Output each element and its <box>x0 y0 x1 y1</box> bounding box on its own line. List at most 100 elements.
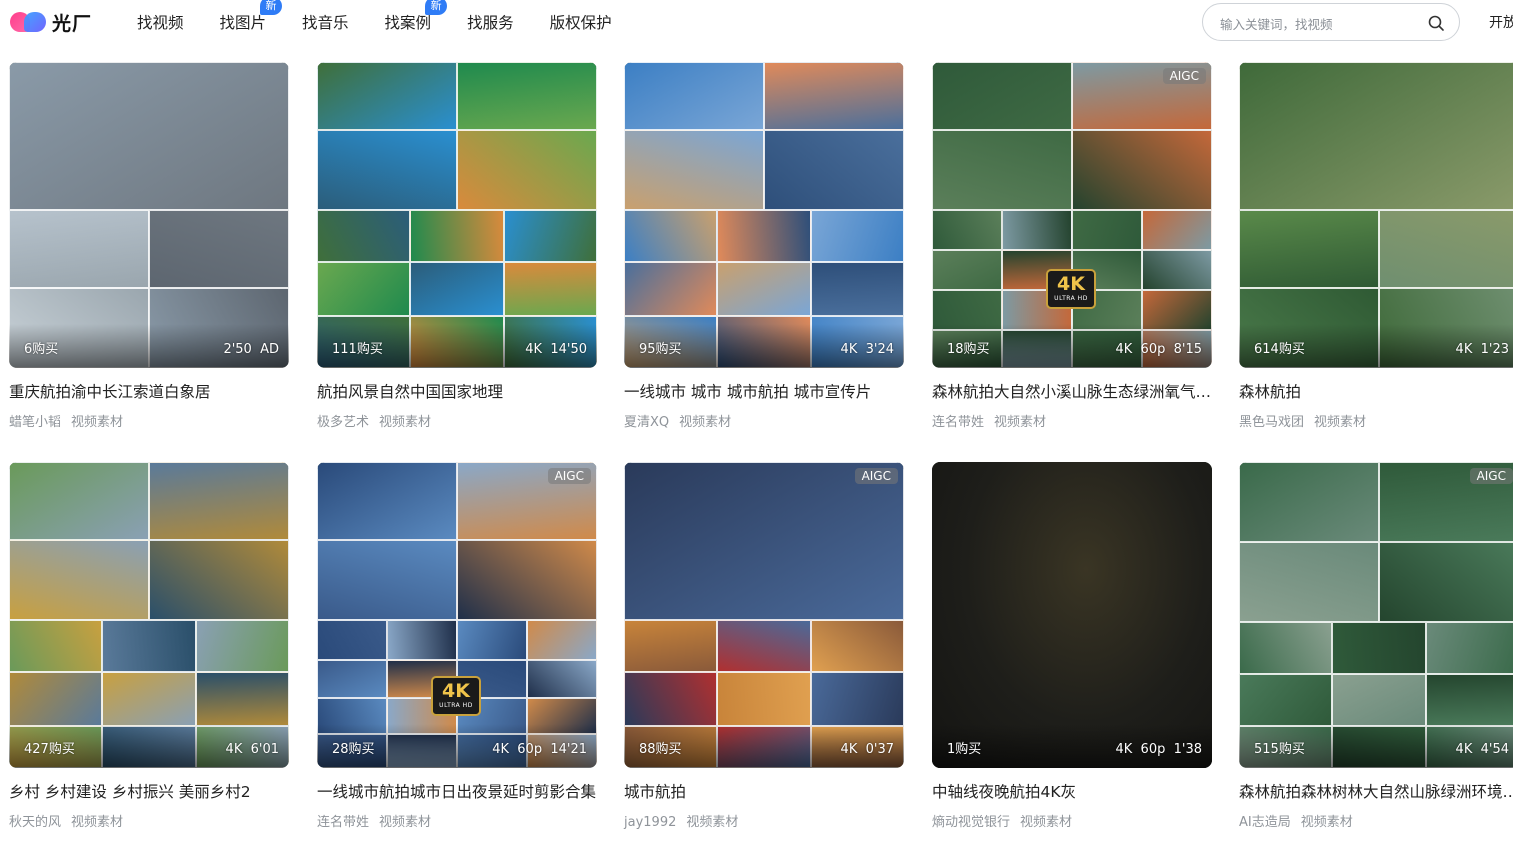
video-subtitle: 连名带姓 视频素材 <box>932 411 1212 430</box>
thumbnail-tile <box>624 462 904 620</box>
nav-item-1[interactable]: 找图片新 <box>220 0 283 33</box>
video-title[interactable]: 中轴线夜晚航拍4K灰 <box>932 780 1212 802</box>
category-label: 视频素材 <box>679 415 732 430</box>
purchase-count: 1购买 <box>947 742 982 757</box>
thumbnail-tile <box>811 262 904 316</box>
thumbnail-tile <box>9 620 102 672</box>
video-title[interactable]: 城市航拍 <box>624 780 904 802</box>
thumbnail-tile <box>9 462 149 540</box>
video-card[interactable]: 95购买 4K 3'24 一线城市 城市 城市航拍 城市宣传片夏清XQ 视频素材 <box>624 62 904 430</box>
thumbnail-tile <box>149 462 289 540</box>
thumbnail-tile <box>624 130 764 210</box>
new-badge: 新 <box>425 0 448 15</box>
video-card[interactable]: 427购买 4K 6'01 乡村 乡村建设 乡村振兴 美丽乡村2 秋天的风 视频素材 <box>9 462 289 830</box>
aigc-badge: AIGC <box>1162 68 1206 84</box>
nav-item-4[interactable]: 找服务 <box>467 11 514 33</box>
author-name[interactable]: 蜡笔小韬 <box>9 415 61 430</box>
video-thumbnail[interactable]: 111购买 4K 14'50 <box>317 62 597 368</box>
purchase-count: 515购买 <box>1254 742 1305 757</box>
thumbnail-tile <box>811 672 904 726</box>
video-card[interactable]: AIGC 88购买 4K 0'37 城市航拍 jay1992 视频素材 <box>624 462 904 830</box>
video-title[interactable]: 森林航拍 <box>1239 380 1513 402</box>
author-name[interactable]: AI志造局 <box>1239 815 1291 830</box>
search-box <box>1202 3 1460 41</box>
video-card[interactable]: 6购买 2'50 AD 重庆航拍渝中长江索道白象居 蜡笔小韬 视频素材 <box>9 62 289 430</box>
author-name[interactable]: 夏清XQ <box>624 415 669 430</box>
video-card[interactable]: AIGC 4K ULTRA HD 28购买 4K 60p 14'21 一线城市航拍城市日出… <box>317 462 597 830</box>
video-title[interactable]: 森林航拍大自然小溪山脉生态绿洲氧气清新视频 <box>932 380 1212 402</box>
thumbnail-tile <box>932 462 1212 768</box>
video-card[interactable]: 111购买 4K 14'50 航拍风景自然中国国家地理极多艺术 视频素材 <box>317 62 597 430</box>
video-thumbnail[interactable]: AIGC 4K ULTRA HD 18购买 4K 60p 8'15 <box>932 62 1212 368</box>
thumbnail-tile <box>149 210 289 288</box>
thumbnail-tile <box>932 210 1002 250</box>
thumbnail-tile <box>196 620 289 672</box>
author-name[interactable]: 连名带姓 <box>317 815 369 830</box>
thumbnail-tile <box>764 62 904 130</box>
4k-ultra-hd-icon: 4K ULTRA HD <box>431 676 481 716</box>
thumbnail-tile <box>504 262 597 316</box>
thumbnail-tile <box>1239 674 1332 726</box>
category-label: 视频素材 <box>1300 815 1353 830</box>
category-label: 视频素材 <box>686 815 739 830</box>
video-title[interactable]: 重庆航拍渝中长江索道白象居 <box>9 380 289 402</box>
video-meta: 4K 6'01 <box>225 742 279 757</box>
video-title[interactable]: 一线城市 城市 城市航拍 城市宣传片 <box>624 380 904 402</box>
thumbnail-tile <box>764 130 904 210</box>
nav-item-0[interactable]: 找视频 <box>137 11 184 33</box>
video-title[interactable]: 乡村 乡村建设 乡村振兴 美丽乡村2 <box>9 780 289 802</box>
video-title[interactable]: 一线城市航拍城市日出夜景延时剪影合集 <box>317 780 597 802</box>
open-platform-link[interactable]: 开放 <box>1489 12 1513 32</box>
video-thumbnail[interactable]: 614购买 4K 1'23 <box>1239 62 1513 368</box>
nav-item-3[interactable]: 找案例新 <box>385 0 448 33</box>
video-meta: 4K 14'50 <box>525 342 587 357</box>
4k-ultra-hd-icon: 4K ULTRA HD <box>1046 269 1096 309</box>
site-logo[interactable]: 光厂 <box>10 8 92 36</box>
author-name[interactable]: 秋天的风 <box>9 815 61 830</box>
video-title[interactable]: 森林航拍森林树林大自然山脉绿洲环境生态保护 <box>1239 780 1513 802</box>
category-label: 视频素材 <box>379 415 432 430</box>
author-name[interactable]: jay1992 <box>624 815 676 830</box>
thumbnail-tile <box>1426 622 1513 674</box>
video-meta: 4K 60p 8'15 <box>1115 342 1202 357</box>
nav-item-2[interactable]: 找音乐 <box>302 11 349 33</box>
author-name[interactable]: 极多艺术 <box>317 415 369 430</box>
thumbnail-tile <box>1239 542 1379 622</box>
video-thumbnail[interactable]: AIGC 515购买 4K 4'54 <box>1239 462 1513 768</box>
video-card[interactable]: AIGC 4K ULTRA HD 18购买 4K 60p 8'15 森林航拍大自然小溪山脉… <box>932 62 1212 430</box>
thumbnail-tile <box>457 62 597 130</box>
video-thumbnail[interactable]: 6购买 2'50 AD <box>9 62 289 368</box>
thumbnail-tile <box>1002 210 1072 250</box>
thumbnail-tile <box>932 250 1002 290</box>
author-name[interactable]: 黑色马戏团 <box>1239 415 1304 430</box>
video-subtitle: jay1992 视频素材 <box>624 811 904 830</box>
video-thumbnail[interactable]: AIGC 4K ULTRA HD 28购买 4K 60p 14'21 <box>317 462 597 768</box>
video-thumbnail[interactable]: 427购买 4K 6'01 <box>9 462 289 768</box>
video-title[interactable]: 航拍风景自然中国国家地理 <box>317 380 597 402</box>
new-badge: 新 <box>260 0 283 15</box>
thumbnail-tile <box>1239 62 1513 210</box>
thumbnail-tile <box>1239 462 1379 542</box>
thumbnail-tile <box>317 210 410 262</box>
purchase-count: 6购买 <box>24 342 59 357</box>
search-input[interactable] <box>1218 13 1422 35</box>
video-card[interactable]: AIGC 515购买 4K 4'54 森林航拍森林树林大自然山脉绿洲环境生态保护 AI志… <box>1239 462 1513 830</box>
nav-item-5[interactable]: 版权保护 <box>550 11 612 33</box>
video-thumbnail[interactable]: 95购买 4K 3'24 <box>624 62 904 368</box>
purchase-count: 95购买 <box>639 342 682 357</box>
thumbnail-tile <box>317 262 410 316</box>
video-subtitle: 黑色马戏团 视频素材 <box>1239 411 1513 430</box>
author-name[interactable]: 连名带姓 <box>932 415 984 430</box>
thumbnail-tile <box>1379 542 1513 622</box>
search-icon[interactable] <box>1427 14 1445 32</box>
thumbnail-tile <box>527 620 597 660</box>
video-subtitle: 连名带姓 视频素材 <box>317 811 597 830</box>
thumbnail-tile <box>1142 210 1212 250</box>
video-meta: 4K 3'24 <box>840 342 894 357</box>
video-card[interactable]: 614购买 4K 1'23 森林航拍黑色马戏团 视频素材 <box>1239 62 1513 430</box>
video-card[interactable]: 1购买 4K 60p 1'38 中轴线夜晚航拍4K灰 熵动视觉银行 视频素材 <box>932 462 1212 830</box>
purchase-count: 18购买 <box>947 342 990 357</box>
video-thumbnail[interactable]: 1购买 4K 60p 1'38 <box>932 462 1212 768</box>
author-name[interactable]: 熵动视觉银行 <box>932 815 1010 830</box>
video-thumbnail[interactable]: AIGC 88购买 4K 0'37 <box>624 462 904 768</box>
